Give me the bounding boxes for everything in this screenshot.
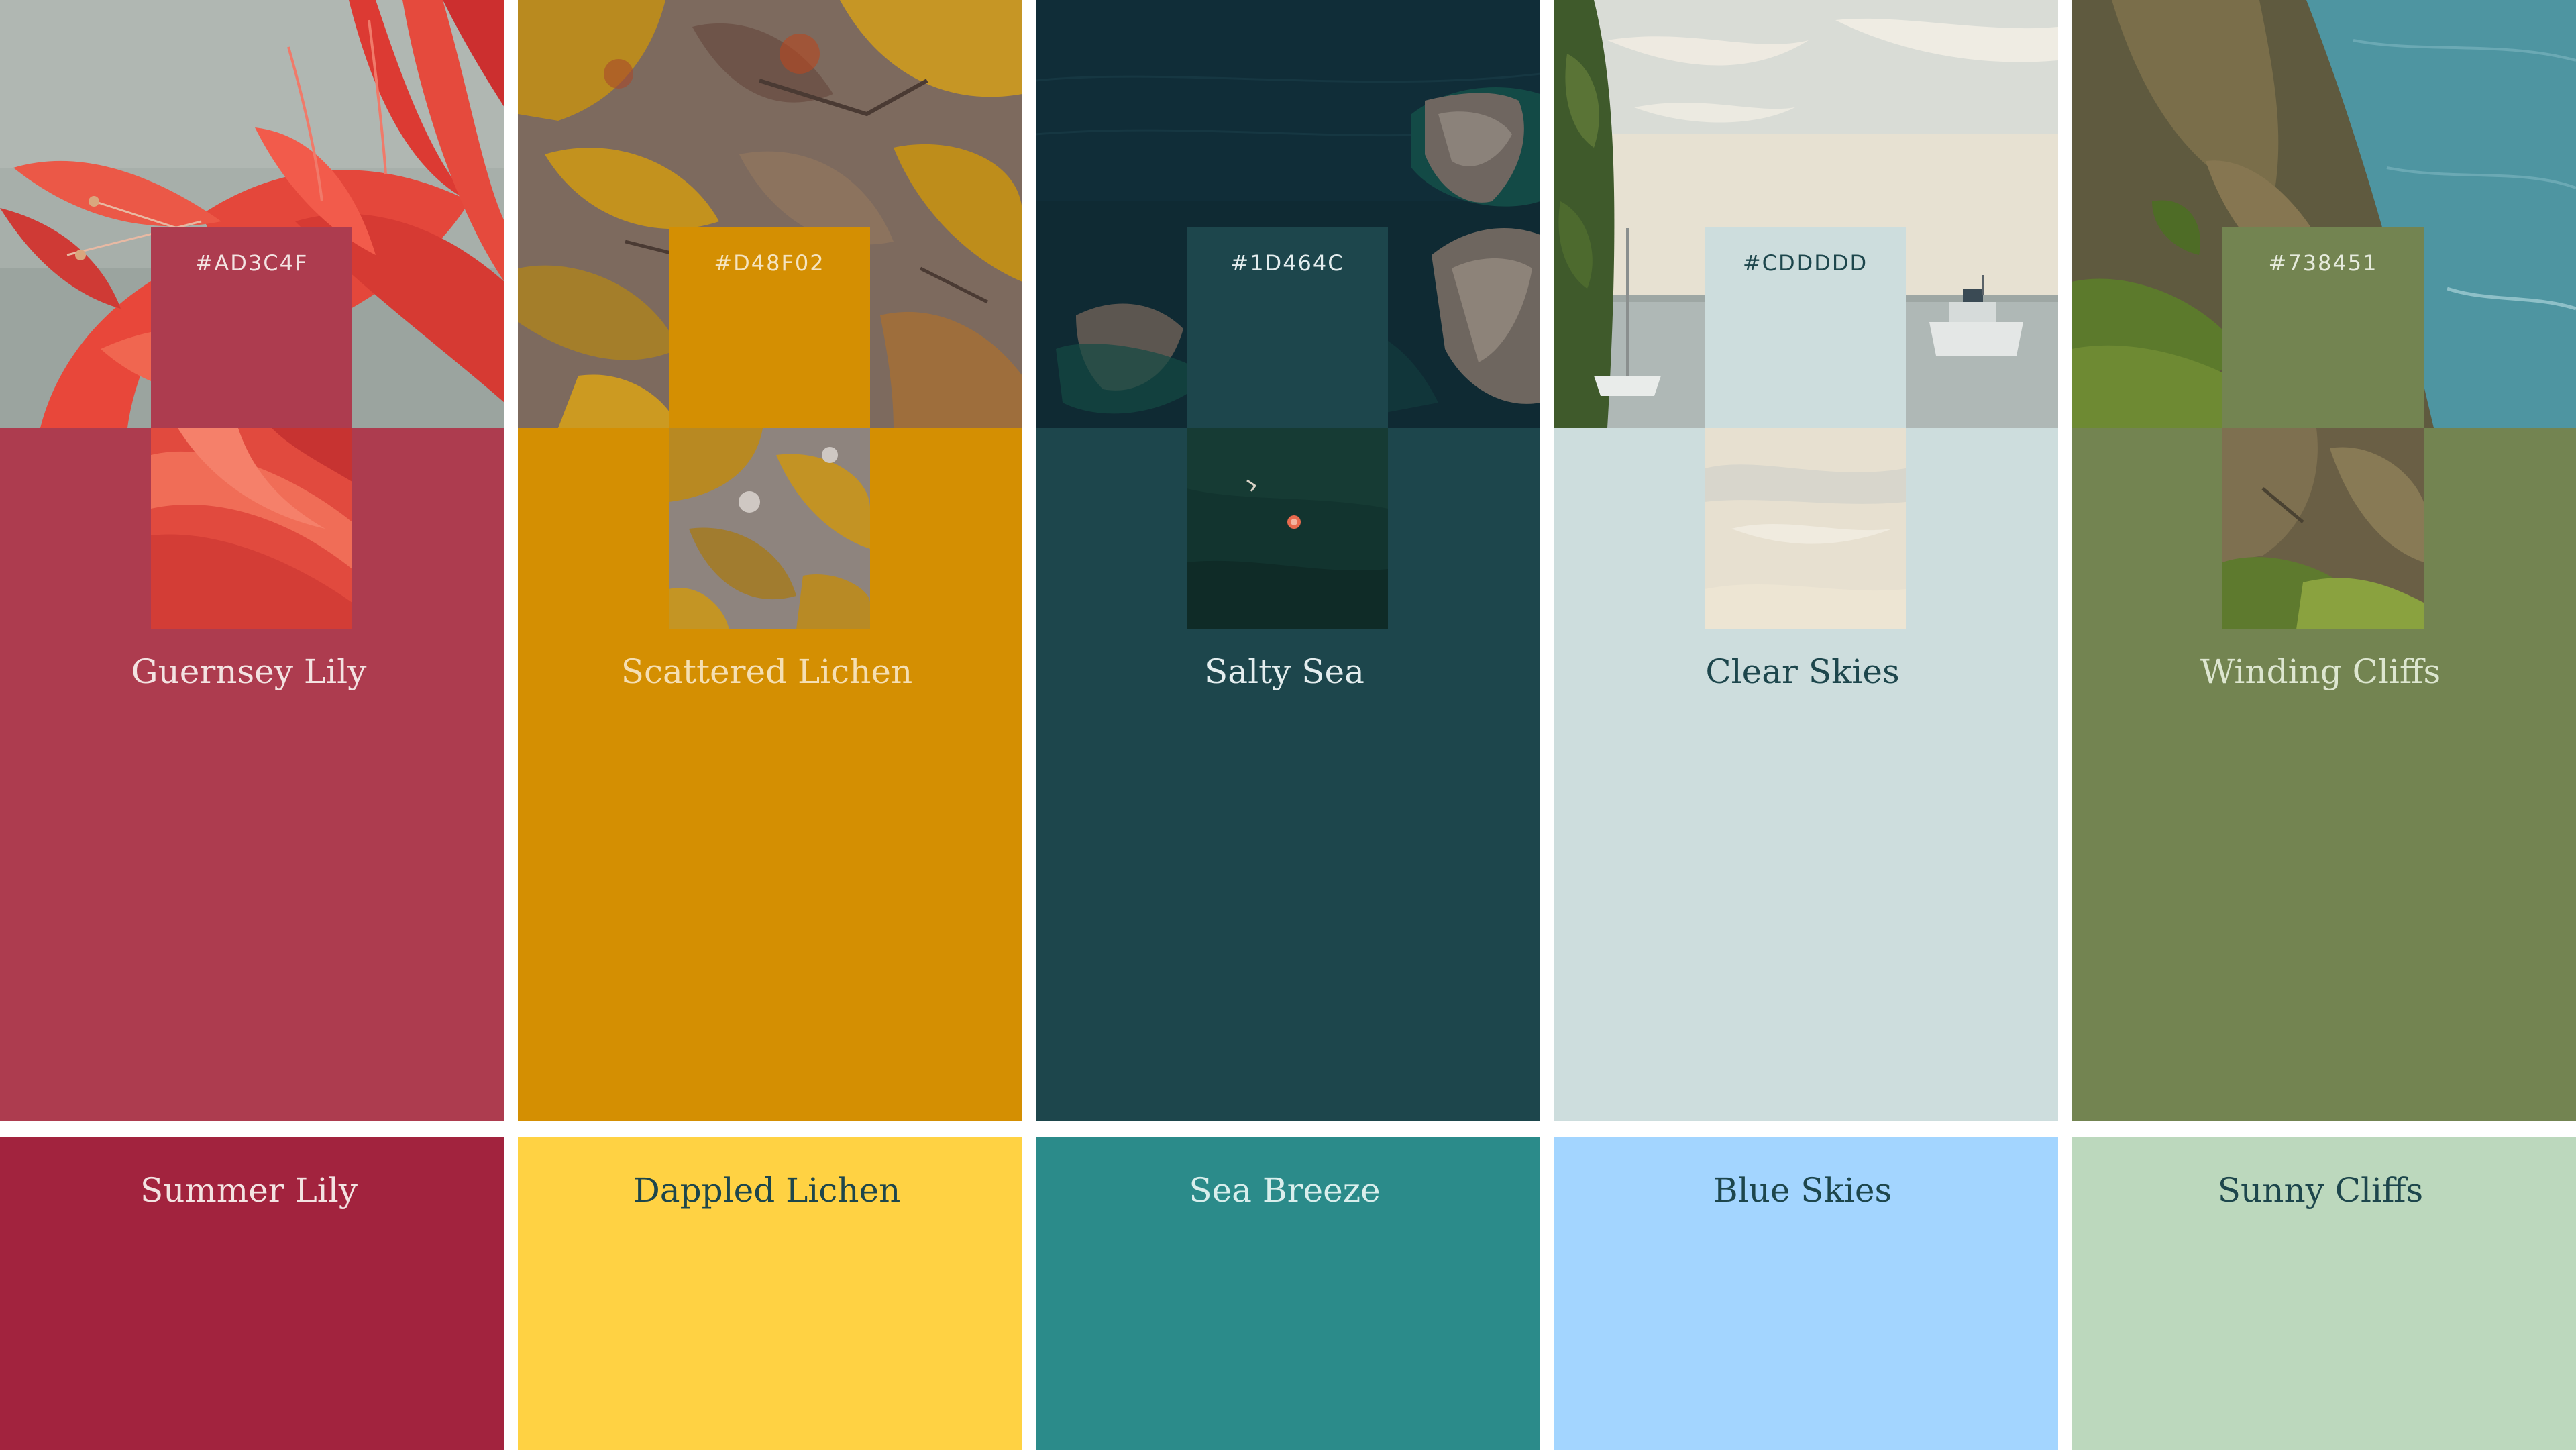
- primary-color-panel: #AD3C4F Guernsey Lily: [0, 0, 504, 1121]
- accent-color-panel: Blue Skies: [1554, 1137, 2058, 1450]
- palette-card-clear-skies: #CDDDDD Clear Skies Blue Skies: [1554, 0, 2058, 1450]
- palette-card-salty-sea: #1D464C Salty Sea Sea Breeze: [1036, 0, 1540, 1450]
- primary-color-panel: #D48F02 Scattered Lichen: [518, 0, 1022, 1121]
- palette-color-name: Winding Cliffs: [2200, 652, 2441, 691]
- accent-color-panel: Sea Breeze: [1036, 1137, 1540, 1450]
- accent-color-name: Sunny Cliffs: [2217, 1171, 2424, 1210]
- hex-code-label: #D48F02: [714, 250, 825, 276]
- accent-color-name: Sea Breeze: [1189, 1171, 1381, 1210]
- color-swatch: #CDDDDD: [1705, 227, 1906, 428]
- color-swatch: #AD3C4F: [151, 227, 352, 428]
- photo-detail-inset: [1705, 428, 1906, 629]
- accent-color-panel: Sunny Cliffs: [2072, 1137, 2576, 1450]
- palette-color-name: Clear Skies: [1705, 652, 1900, 691]
- primary-color-panel: #738451 Winding Cliffs: [2072, 0, 2576, 1121]
- photo-detail-inset: [1187, 428, 1388, 629]
- hex-code-label: #AD3C4F: [195, 250, 309, 276]
- palette-card-guernsey-lily: #AD3C4F Guernsey Lily Summer Lily: [0, 0, 504, 1450]
- primary-color-panel: #CDDDDD Clear Skies: [1554, 0, 2058, 1121]
- palette-color-name: Salty Sea: [1205, 652, 1364, 691]
- accent-color-panel: Summer Lily: [0, 1137, 504, 1450]
- color-swatch: #738451: [2222, 227, 2424, 428]
- palette-color-name: Scattered Lichen: [621, 652, 913, 691]
- color-swatch: #1D464C: [1187, 227, 1388, 428]
- hex-code-label: #738451: [2268, 250, 2378, 276]
- photo-detail-inset: [151, 428, 352, 629]
- hex-code-label: #1D464C: [1230, 250, 1344, 276]
- palette-color-name: Guernsey Lily: [131, 652, 367, 691]
- photo-detail-inset: [669, 428, 870, 629]
- color-swatch: #D48F02: [669, 227, 870, 428]
- accent-color-panel: Dappled Lichen: [518, 1137, 1022, 1450]
- hex-code-label: #CDDDDD: [1742, 250, 1868, 276]
- primary-color-panel: #1D464C Salty Sea: [1036, 0, 1540, 1121]
- accent-color-name: Summer Lily: [140, 1171, 358, 1210]
- photo-detail-inset: [2222, 428, 2424, 629]
- palette-card-scattered-lichen: #D48F02 Scattered Lichen Dappled Lichen: [518, 0, 1022, 1450]
- accent-color-name: Dappled Lichen: [633, 1171, 901, 1210]
- accent-color-name: Blue Skies: [1713, 1171, 1892, 1210]
- palette-card-winding-cliffs: #738451 Winding Cliffs Sunny Cliffs: [2072, 0, 2576, 1450]
